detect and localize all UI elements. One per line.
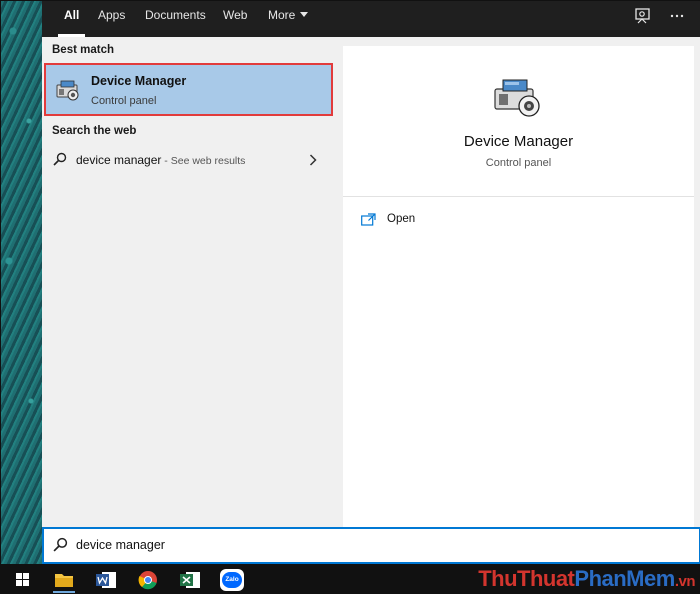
web-search-suffix: - See web results xyxy=(161,155,246,167)
search-web-header: Search the web xyxy=(52,125,137,137)
open-icon xyxy=(361,213,376,226)
web-search-text: device manager - See web results xyxy=(76,153,245,167)
best-match-result[interactable]: Device Manager Control panel xyxy=(44,63,333,116)
divider xyxy=(343,196,694,197)
desktop-wallpaper xyxy=(1,1,42,564)
tab-documents[interactable]: Documents xyxy=(145,1,206,37)
excel-icon[interactable] xyxy=(175,567,205,593)
web-search-result[interactable]: device manager - See web results xyxy=(42,147,333,175)
search-icon xyxy=(53,152,67,166)
windows-start-icon[interactable] xyxy=(7,567,37,593)
tab-web[interactable]: Web xyxy=(223,1,247,37)
device-manager-large-icon xyxy=(494,79,540,117)
best-match-subtitle: Control panel xyxy=(91,95,157,107)
open-label: Open xyxy=(387,213,416,225)
device-manager-icon xyxy=(56,80,79,101)
preview-subtitle: Control panel xyxy=(485,157,552,169)
search-box[interactable] xyxy=(42,527,700,564)
search-icon xyxy=(53,537,68,552)
chrome-icon[interactable] xyxy=(133,567,163,593)
preview-pane: Device Manager Control panel Open xyxy=(343,46,694,527)
tab-more[interactable]: More xyxy=(268,1,309,37)
file-explorer-icon[interactable] xyxy=(49,567,79,593)
word-icon[interactable] xyxy=(91,567,121,593)
search-panel: All Apps Documents Web More Best match D… xyxy=(42,1,700,527)
chevron-right-icon[interactable] xyxy=(309,154,317,166)
web-search-query: device manager xyxy=(76,153,162,167)
chevron-down-icon xyxy=(300,12,309,17)
best-match-header: Best match xyxy=(52,44,114,56)
zalo-label: Zalo xyxy=(222,572,242,588)
zalo-icon[interactable]: Zalo xyxy=(217,567,247,593)
search-input[interactable] xyxy=(76,534,676,556)
more-options-icon[interactable] xyxy=(668,7,686,25)
preview-title: Device Manager xyxy=(463,133,574,150)
tab-apps[interactable]: Apps xyxy=(98,1,125,37)
best-match-title: Device Manager xyxy=(91,74,187,88)
watermark: ThuThuatPhanMem.vn xyxy=(478,566,695,591)
feedback-icon[interactable] xyxy=(634,7,652,25)
search-tabs-bar: All Apps Documents Web More xyxy=(42,1,700,37)
tab-all[interactable]: All xyxy=(57,1,86,37)
